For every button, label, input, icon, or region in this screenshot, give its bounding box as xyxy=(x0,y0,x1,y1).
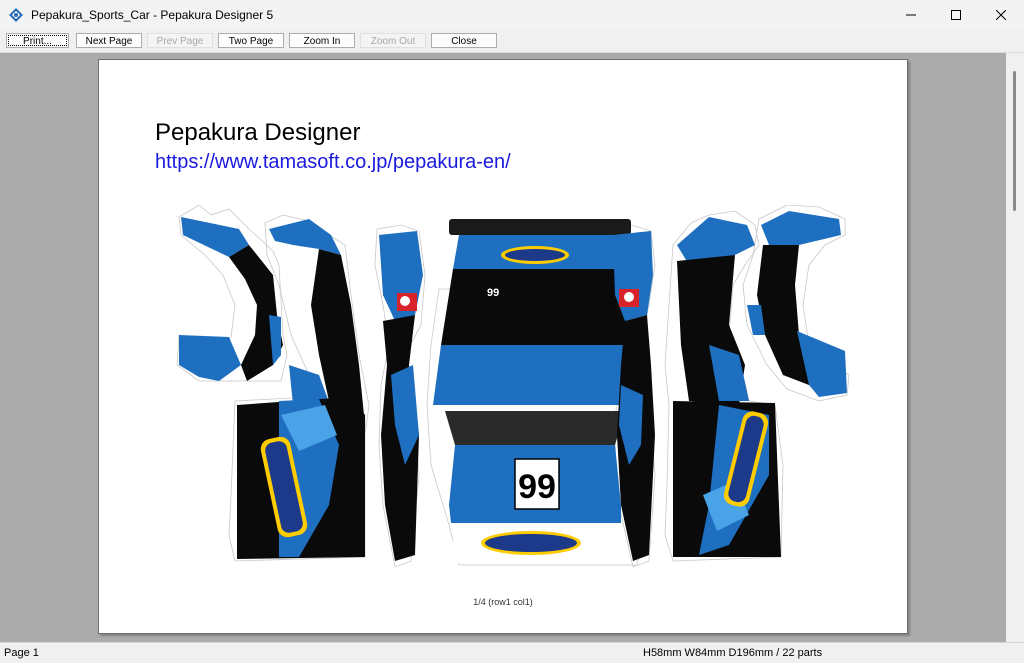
minimize-button[interactable] xyxy=(888,0,934,30)
two-page-button[interactable]: Two Page xyxy=(218,33,284,48)
preview-viewport[interactable]: Pepakura Designer https://www.tamasoft.c… xyxy=(0,53,1006,642)
close-preview-button[interactable]: Close xyxy=(431,33,497,48)
window-title: Pepakura_Sports_Car - Pepakura Designer … xyxy=(31,8,274,22)
papercraft-parts: 99 99 xyxy=(176,205,850,568)
maximize-button[interactable] xyxy=(933,0,979,30)
scrollbar-thumb[interactable] xyxy=(1013,71,1016,211)
zoom-in-button[interactable]: Zoom In xyxy=(289,33,355,48)
prev-page-button[interactable]: Prev Page xyxy=(147,33,213,48)
minimize-icon xyxy=(906,14,916,16)
print-page: Pepakura Designer https://www.tamasoft.c… xyxy=(98,59,908,634)
close-icon xyxy=(996,10,1006,20)
page-heading: Pepakura Designer xyxy=(155,119,361,146)
vertical-scrollbar[interactable] xyxy=(1006,53,1024,642)
page-url: https://www.tamasoft.co.jp/pepakura-en/ xyxy=(155,151,511,173)
status-dimensions: H58mm W84mm D196mm / 22 parts xyxy=(643,647,823,659)
rear-fender-right xyxy=(747,211,847,397)
title-bar: Pepakura_Sports_Car - Pepakura Designer … xyxy=(0,0,1024,30)
page-footer: 1/4 (row1 col1) xyxy=(473,597,533,607)
pepakura-app-icon xyxy=(9,8,23,22)
rear-fender-left xyxy=(179,217,283,381)
print-button[interactable]: Print... xyxy=(6,33,69,48)
close-window-button[interactable] xyxy=(978,0,1024,30)
car-number-small: 99 xyxy=(487,287,499,299)
pillar-left xyxy=(379,231,423,561)
zoom-out-button[interactable]: Zoom Out xyxy=(360,33,426,48)
status-bar: Page 1 H58mm W84mm D196mm / 22 parts xyxy=(0,642,1024,663)
car-number-large: 99 xyxy=(518,468,556,506)
next-page-button[interactable]: Next Page xyxy=(76,33,142,48)
body-center: 99 99 xyxy=(433,219,637,563)
status-page: Page 1 xyxy=(4,647,39,659)
maximize-icon xyxy=(951,10,961,20)
print-preview-toolbar: Print... Next Page Prev Page Two Page Zo… xyxy=(0,30,1024,53)
